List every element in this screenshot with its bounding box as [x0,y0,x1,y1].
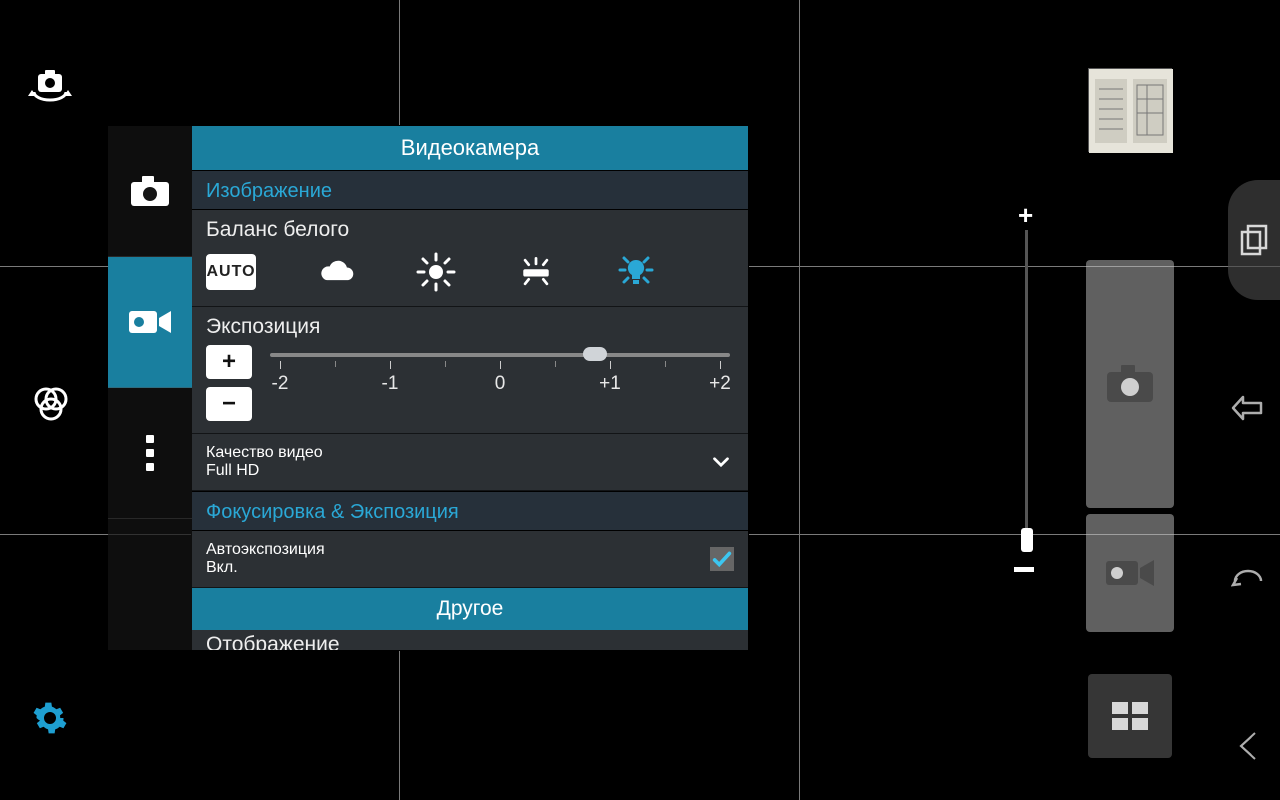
check-icon [711,548,733,570]
exposure-plus-button[interactable]: + [206,345,252,379]
tick-label: +2 [705,373,735,395]
recent-apps-button[interactable] [1228,180,1280,300]
auto-exposure-row[interactable]: Автоэкспозиция Вкл. [192,531,748,588]
right-mode-column [1080,60,1180,760]
wb-auto-button[interactable]: AUTO [206,254,256,290]
zoom-plus-icon: + [1018,200,1033,231]
stacked-rects-icon [1240,224,1268,256]
settings-button[interactable] [28,700,72,736]
cutoff-row: Отображение [192,630,748,650]
video-quality-row[interactable]: Качество видео Full HD [192,434,748,491]
wb-fluorescent-button[interactable] [516,252,556,292]
ae-checkbox[interactable] [710,547,734,571]
zoom-track [1025,230,1028,548]
tab-photo[interactable] [108,126,192,257]
quality-value: Full HD [206,462,323,480]
exposure-minus-button[interactable]: − [206,387,252,421]
more-vertical-icon [146,435,154,471]
nav-back-button[interactable] [1230,390,1266,426]
back-icon [1231,393,1265,423]
switch-camera-icon [28,68,72,104]
panel-footer[interactable]: Другое [192,588,748,630]
tick-label: -1 [375,373,405,395]
switch-camera-button[interactable] [28,68,72,104]
tab-empty [108,519,192,650]
bulb-icon [616,252,656,292]
grid-line [799,0,800,800]
wb-label: Баланс белого [206,218,734,242]
home-loop-icon [1231,563,1265,593]
grid-icon [1110,700,1150,732]
zoom-thumb[interactable] [1021,528,1033,552]
gallery-thumbnail[interactable] [1088,68,1172,152]
nav-home-button[interactable] [1230,560,1266,596]
gear-icon [32,700,68,736]
quality-label: Качество видео [206,444,323,462]
thumbnail-image [1089,69,1173,153]
videocam-icon [1102,555,1158,591]
color-filters-icon [30,384,70,424]
left-icon-column [20,0,90,800]
section-focus: Фокусировка & Экспозиция [192,491,748,531]
ae-value: Вкл. [206,559,325,577]
tick-label: 0 [485,373,515,395]
sun-icon [416,252,456,292]
settings-tab-column [108,126,192,650]
wb-daylight-button[interactable] [416,252,456,292]
zoom-minus-icon [1014,567,1034,572]
exposure-slider[interactable]: -2 . -1 . 0 . +1 . +2 [266,345,734,395]
zoom-slider[interactable]: + [1014,200,1042,572]
camera-icon [129,174,171,208]
exposure-row: Экспозиция + − -2 . -1 . 0 . +1 . +2 [192,307,748,434]
tab-video[interactable] [108,257,192,388]
panel-title: Видеокамера [192,126,748,170]
tab-more[interactable] [108,388,192,519]
wb-incandescent-button[interactable] [616,252,656,292]
system-nav-rail [1216,0,1280,800]
shutter-photo-button[interactable] [1086,260,1174,508]
triangle-left-icon [1237,731,1259,761]
exposure-label: Экспозиция [206,315,734,339]
shutter-video-button[interactable] [1086,514,1174,632]
camera-icon [1103,362,1157,406]
nav-expand-button[interactable] [1230,728,1266,764]
filters-button[interactable] [28,384,72,424]
cloud-icon [316,257,356,287]
camera-settings-panel: Видеокамера Изображение Баланс белого AU… [192,126,748,650]
wb-cloudy-button[interactable] [316,252,356,292]
chevron-down-icon [708,449,734,475]
fluorescent-icon [516,255,556,289]
white-balance-row: Баланс белого AUTO [192,210,748,307]
ae-label: Автоэкспозиция [206,541,325,559]
section-image: Изображение [192,170,748,210]
videocam-icon [127,307,173,337]
mode-picker-button[interactable] [1088,674,1172,758]
tick-label: -2 [265,373,295,395]
tick-label: +1 [595,373,625,395]
